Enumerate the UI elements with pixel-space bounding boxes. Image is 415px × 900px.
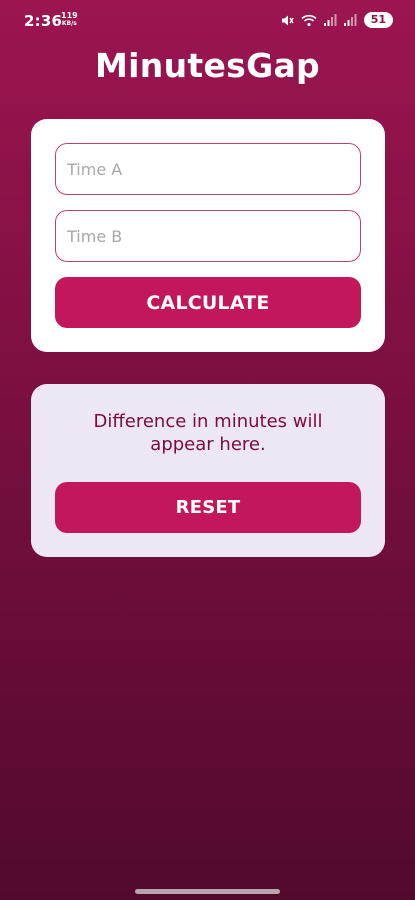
time-a-input[interactable] [55,143,361,195]
home-indicator[interactable] [135,889,280,894]
network-speed-unit: KB/s [61,20,77,27]
status-bar: 2:36 119 KB/s 51 [0,0,415,44]
app-title: MinutesGap [95,46,320,85]
status-time: 2:36 [24,12,63,30]
network-speed-value: 119 [61,11,78,20]
mute-icon [281,14,294,27]
signal-icon [323,14,337,26]
calculate-button[interactable]: CALCULATE [55,277,361,328]
time-b-input[interactable] [55,210,361,262]
network-speed: 119 KB/s [61,12,78,28]
result-message: Difference in minutes will appear here. [93,411,323,455]
reset-button[interactable]: RESET [55,482,361,533]
result-card: Difference in minutes will appear here. … [31,384,385,557]
input-card: CALCULATE [31,119,385,352]
signal-icon-2 [343,14,357,26]
battery-indicator: 51 [363,12,393,28]
status-icons: 51 [281,12,393,28]
wifi-icon [301,14,317,27]
